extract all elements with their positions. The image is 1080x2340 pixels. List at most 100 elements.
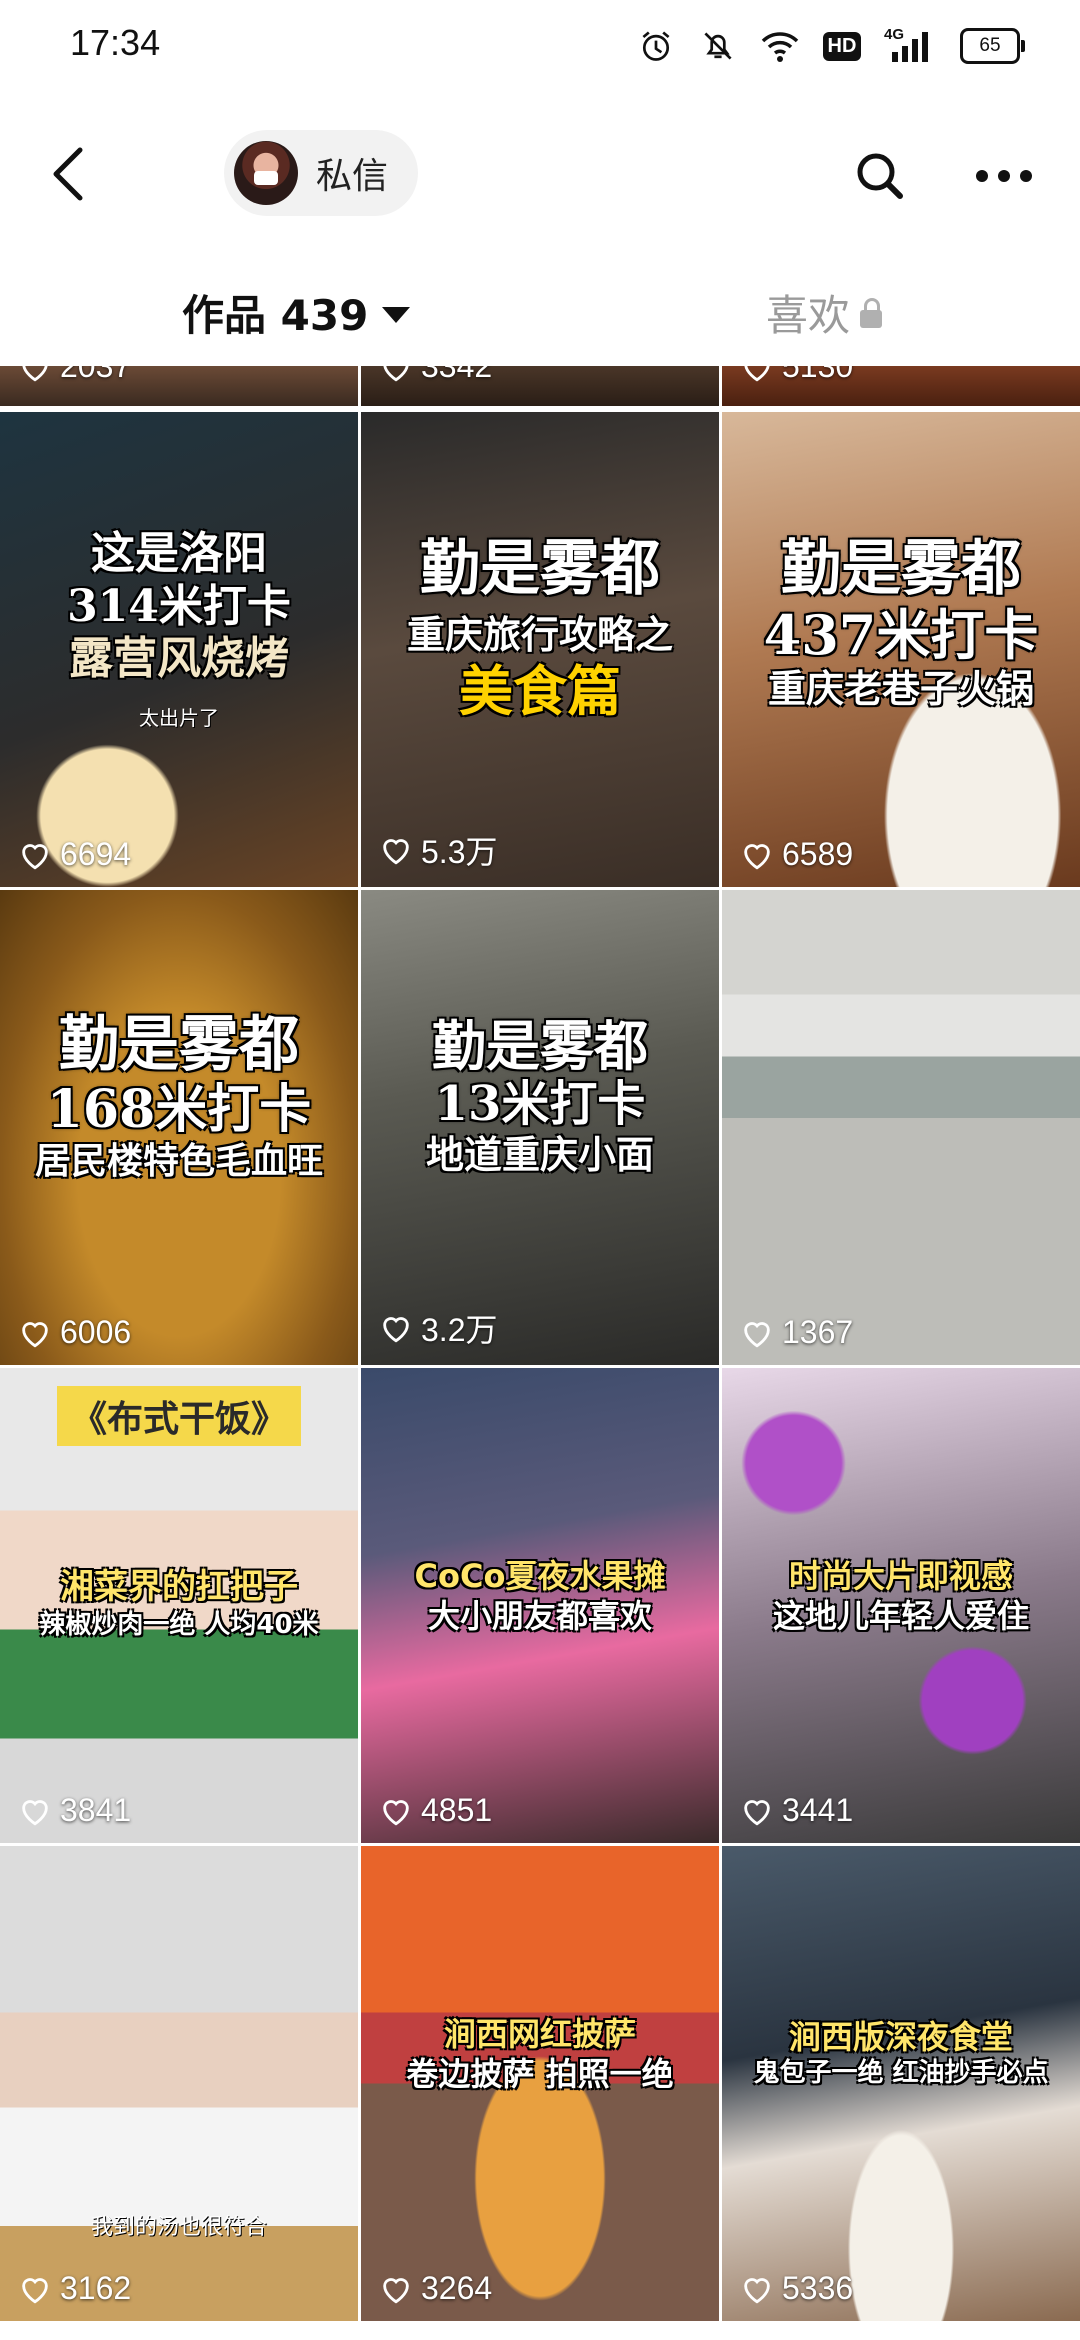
video-tile[interactable]: 涧西版深夜食堂 鬼包子一绝 红油抄手必点 5336 xyxy=(722,1846,1080,2321)
like-count: 6589 xyxy=(740,836,853,873)
like-count: 6694 xyxy=(18,836,131,873)
caption-line: 重庆旅行攻略之 xyxy=(406,612,673,657)
caption-line: 卷边披萨 拍照一绝 xyxy=(406,2054,674,2093)
heart-icon xyxy=(744,843,770,869)
like-count: 3.2万 xyxy=(379,1305,498,1351)
video-tile[interactable]: CoCo夏夜水果摊 大小朋友都喜欢 4851 xyxy=(361,1368,719,1843)
like-count: 3342 xyxy=(379,366,492,385)
battery-icon: 65 xyxy=(960,28,1025,64)
caption-line: 湘菜界的扛把子 xyxy=(60,1567,298,1607)
caption-line: 勤是雾都 xyxy=(432,1014,648,1079)
caption-line: 大小朋友都喜欢 xyxy=(427,1596,652,1635)
like-count: 5130 xyxy=(740,366,853,385)
search-button[interactable] xyxy=(850,146,910,206)
cellular-signal-icon: 4G xyxy=(884,26,938,66)
back-button[interactable] xyxy=(40,142,104,206)
like-count: 5.3万 xyxy=(379,827,498,873)
caption-line: 这是洛阳 xyxy=(91,527,267,579)
video-caption: 勤是雾都 重庆旅行攻略之 美食篇 xyxy=(361,412,719,887)
direct-message-button[interactable]: 私信 xyxy=(224,130,419,216)
video-caption: 勤是雾都 437米打卡 重庆老巷子火锅 xyxy=(722,412,1080,887)
video-tile[interactable]: 1367 xyxy=(722,890,1080,1365)
caption-line: 《布式干饭》 xyxy=(56,1386,301,1446)
caption-line: 涧西版深夜食堂 xyxy=(788,2018,1013,2057)
mute-bell-icon xyxy=(698,26,738,66)
heart-icon xyxy=(22,843,48,869)
heart-icon xyxy=(744,2277,770,2303)
video-tile[interactable]: 时尚大片即视感 这地儿年轻人爱住 3441 xyxy=(722,1368,1080,1843)
like-count: 2037 xyxy=(18,366,131,385)
video-tile[interactable]: 涧西网红披萨 卷边披萨 拍照一绝 3264 xyxy=(361,1846,719,2321)
tab-likes-label: 喜欢 xyxy=(766,291,851,340)
more-dot-icon xyxy=(976,170,988,182)
caption-line: 露营风烧烤 xyxy=(69,633,289,685)
search-icon xyxy=(857,153,903,199)
video-grid: 2037 3342 5130 这是洛阳 314米打卡 露营风烧烤 太出片了 66… xyxy=(0,366,1080,2340)
video-caption: 涧西版深夜食堂 鬼包子一绝 红油抄手必点 xyxy=(722,1846,1080,2321)
video-tile[interactable]: 《布式干饭》 湘菜界的扛把子 辣椒炒肉一绝 人均40米 3841 xyxy=(0,1368,358,1843)
heart-icon xyxy=(383,366,409,381)
video-tile[interactable]: 我到的汤也很符合 3162 xyxy=(0,1846,358,2321)
video-caption: 涧西网红披萨 卷边披萨 拍照一绝 xyxy=(361,1846,719,2321)
heart-icon xyxy=(22,2277,48,2303)
more-dot-icon xyxy=(998,170,1010,182)
caption-line: 437米打卡 xyxy=(763,603,1039,668)
profile-header: 私信 xyxy=(0,120,1080,230)
video-caption: CoCo夏夜水果摊 大小朋友都喜欢 xyxy=(361,1368,719,1843)
battery-level: 65 xyxy=(979,35,1001,56)
heart-icon xyxy=(22,366,48,381)
alarm-icon xyxy=(636,26,676,66)
like-count: 3162 xyxy=(18,2270,131,2307)
caption-line: 居民楼特色毛血旺 xyxy=(34,1141,323,1183)
status-bar: 17:34 HD 4G 65 xyxy=(0,0,1080,96)
video-tile-partial[interactable]: 3342 xyxy=(361,366,719,406)
caption-note: 我到的汤也很符合 xyxy=(90,2215,267,2240)
caption-line: 地道重庆小面 xyxy=(425,1133,654,1178)
caption-line: 这地儿年轻人爱住 xyxy=(772,1596,1029,1635)
heart-icon xyxy=(744,1321,770,1347)
video-tile[interactable]: 这是洛阳 314米打卡 露营风烧烤 太出片了 6694 xyxy=(0,412,358,887)
like-count: 3264 xyxy=(379,2270,492,2307)
video-tile-partial[interactable]: 5130 xyxy=(722,366,1080,406)
more-options-button[interactable] xyxy=(964,146,1044,206)
caption-note: 太出片了 xyxy=(139,706,219,731)
video-caption: 时尚大片即视感 这地儿年轻人爱住 xyxy=(722,1368,1080,1843)
caption-line: 时尚大片即视感 xyxy=(788,1556,1013,1595)
video-tile[interactable]: 勤是雾都 重庆旅行攻略之 美食篇 5.3万 xyxy=(361,412,719,887)
heart-icon xyxy=(383,839,409,865)
chevron-left-icon xyxy=(53,147,83,201)
status-icons: HD 4G 65 xyxy=(636,26,1025,66)
video-caption: 这是洛阳 314米打卡 露营风烧烤 太出片了 xyxy=(0,412,358,887)
video-caption: 《布式干饭》 湘菜界的扛把子 辣椒炒肉一绝 人均40米 xyxy=(0,1368,358,1843)
caption-line: 勤是雾都 xyxy=(420,533,660,604)
video-caption: 勤是雾都 168米打卡 居民楼特色毛血旺 xyxy=(0,890,358,1365)
heart-icon xyxy=(383,1317,409,1343)
video-caption: 勤是雾都 13米打卡 地道重庆小面 xyxy=(361,890,719,1365)
status-time: 17:34 xyxy=(70,22,161,63)
heart-icon xyxy=(383,1799,409,1825)
like-count: 5336 xyxy=(740,2270,853,2307)
caption-line: 辣椒炒肉一绝 人均40米 xyxy=(39,1609,319,1640)
caption-line: 勤是雾都 xyxy=(59,1009,299,1080)
like-count: 4851 xyxy=(379,1792,492,1829)
caption-line: 鬼包子一绝 红油抄手必点 xyxy=(753,2058,1049,2089)
video-tile[interactable]: 勤是雾都 168米打卡 居民楼特色毛血旺 6006 xyxy=(0,890,358,1365)
video-tile-partial[interactable]: 2037 xyxy=(0,366,358,406)
like-count: 3441 xyxy=(740,1792,853,1829)
video-tile[interactable]: 勤是雾都 13米打卡 地道重庆小面 3.2万 xyxy=(361,890,719,1365)
caption-line: CoCo夏夜水果摊 xyxy=(414,1556,666,1595)
tab-works[interactable]: 作品 439 xyxy=(182,282,411,343)
caption-line: 13米打卡 xyxy=(434,1076,646,1133)
caption-line: 168米打卡 xyxy=(46,1078,312,1140)
heart-icon xyxy=(383,2277,409,2303)
video-tile[interactable]: 勤是雾都 437米打卡 重庆老巷子火锅 6589 xyxy=(722,412,1080,887)
caption-line: 重庆老巷子火锅 xyxy=(767,667,1034,712)
like-count: 6006 xyxy=(18,1314,131,1351)
caret-down-icon xyxy=(382,306,411,323)
heart-icon xyxy=(744,366,770,381)
like-count: 3841 xyxy=(18,1792,131,1829)
heart-icon xyxy=(744,1799,770,1825)
caption-line: 涧西网红披萨 xyxy=(443,2014,636,2053)
content-tabs: 作品 439 喜欢 xyxy=(0,270,1080,366)
tab-likes[interactable]: 喜欢 xyxy=(766,282,883,343)
